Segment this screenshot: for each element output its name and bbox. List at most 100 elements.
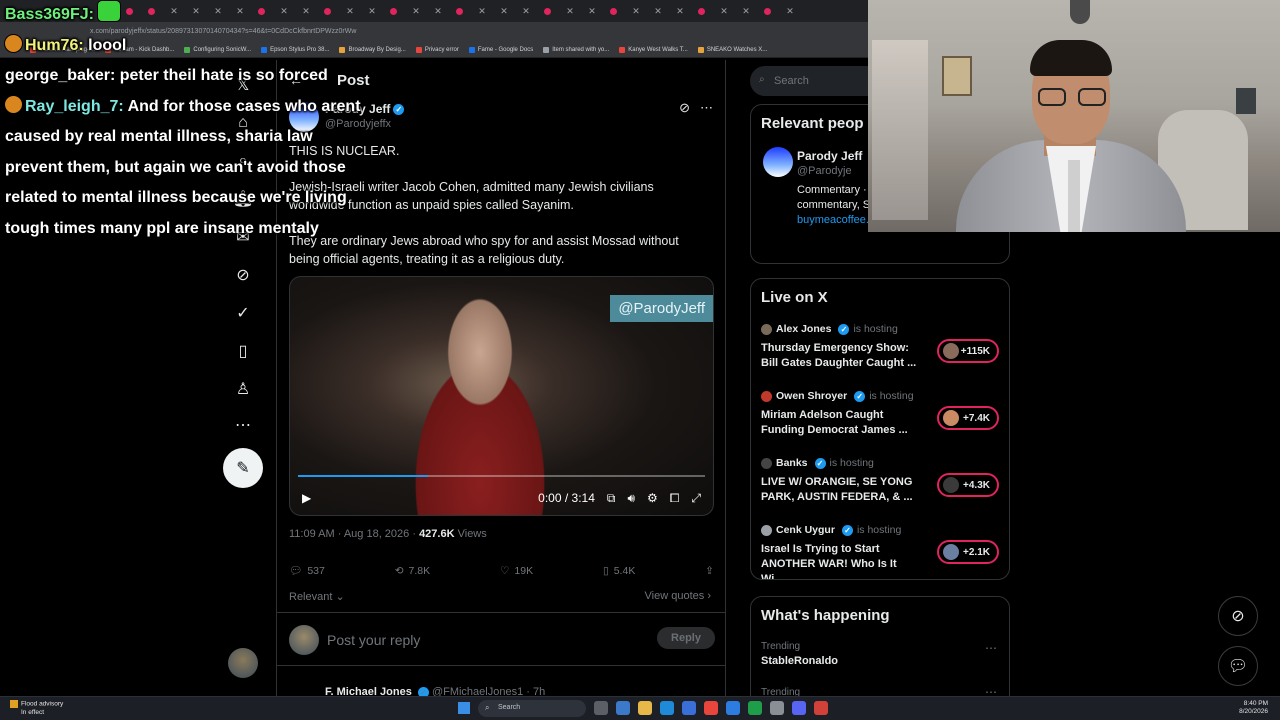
close-icon[interactable]: ✕ [408,4,424,18]
close-icon[interactable]: ✕ [518,4,534,18]
close-icon[interactable]: ✕ [496,4,512,18]
video-player[interactable]: @ParodyJeff ▶ 0:00 / 3:14 ⧉ 🔊︎ ⚙ ⧠ ⤢ [289,276,714,516]
obs-icon[interactable] [814,701,828,715]
bookmark-item[interactable]: Item shared with yo... [543,46,609,53]
user-name[interactable]: Parody Jeff [797,149,862,163]
live-item[interactable]: Alex Jones ✓ is hosting Thursday Emergency… [761,323,1001,371]
like-action[interactable]: ♡ 19K [500,564,533,577]
video-time: 0:00 / 3:14 [538,491,595,505]
bookmark-item[interactable]: Privacy error [415,46,459,53]
browser-tab[interactable] [452,4,468,18]
live-item[interactable]: Cenk Uygur ✓ is hosting Israel Is Trying t… [761,524,1001,579]
chat-message: george_baker: peter theil hate is so for… [5,67,328,84]
copilot-icon[interactable] [616,701,630,715]
close-icon[interactable]: ✕ [430,4,446,18]
chat-message: Bass369FJ: [5,0,365,31]
reply-action[interactable]: 💬︎ 537 [289,564,325,578]
edge-icon[interactable] [660,701,674,715]
verified-badge-icon: ✓ [854,390,866,402]
repost-icon: ⟲ [394,564,404,577]
close-icon[interactable]: ✕ [474,4,490,18]
video-progress-bar[interactable] [298,475,705,477]
badge-icon [5,95,22,113]
start-button[interactable] [458,702,470,714]
close-icon[interactable]: ✕ [584,4,600,18]
close-icon[interactable]: ✕ [364,4,380,18]
listener-count: +115K [937,339,999,363]
taskbar-search[interactable]: ⌕ Search [478,700,586,717]
reply-button[interactable]: Reply [657,627,715,649]
close-icon[interactable]: ✕ [782,4,798,18]
badge-icon [5,34,22,52]
chat-username: Ray_leigh_7: [25,97,124,115]
bookmarks-icon[interactable]: ▯ [232,340,254,362]
browser-tab[interactable] [540,4,556,18]
system-clock[interactable]: 8:40 PM 8/20/2026 [1239,700,1268,716]
bookmark-item[interactable]: Kanye West Walks T... [619,46,688,53]
grok-icon[interactable]: ⊘ [679,100,690,116]
app-icon[interactable] [770,701,784,715]
reply-composer: Post your reply Reply [277,612,725,666]
reply-input[interactable]: Post your reply [327,632,420,648]
emote-icon [98,1,121,21]
listener-count: +4.3K [937,473,999,497]
video-progress-fill [298,475,429,477]
avatar [289,625,319,655]
account-avatar[interactable] [228,648,258,678]
task-view-icon[interactable] [594,701,608,715]
repost-action[interactable]: ⟲ 7.8K [395,564,430,577]
settings-icon[interactable]: ⚙ [647,491,658,505]
pip-icon[interactable]: ⧠ [670,491,680,506]
reply-sort-dropdown[interactable]: Relevant ⌄ [289,590,345,603]
weather-widget[interactable]: Flood advisory In effect [10,700,63,717]
verified-icon[interactable]: ✓ [232,302,254,324]
more-icon[interactable]: ⋯ [232,414,254,436]
browser-tab[interactable] [606,4,622,18]
bookmark-item[interactable]: Fame - Google Docs [468,46,533,53]
close-icon[interactable]: ✕ [738,4,754,18]
browser-tab[interactable] [760,4,776,18]
listener-count: +7.4K [937,406,999,430]
compose-post-button[interactable]: ✎ [223,448,263,488]
messages-button[interactable]: 💬︎ [1218,646,1258,686]
xbox-icon[interactable] [748,701,762,715]
close-icon[interactable]: ✕ [650,4,666,18]
avatar [761,524,772,536]
volume-icon[interactable]: 🔊︎ [627,491,635,506]
grok-button[interactable]: ⊘ [1218,596,1258,636]
view-quotes-link[interactable]: View quotes › [645,590,711,602]
chat-username: Hum76: [25,36,84,54]
browser-tab[interactable] [386,4,402,18]
captions-icon[interactable]: ⧉ [607,491,616,506]
close-icon[interactable]: ✕ [716,4,732,18]
more-options-icon[interactable]: ⋯ [985,641,997,655]
share-action[interactable]: ⇪ [705,564,714,577]
more-options-icon[interactable]: ⋯ [700,100,713,116]
stream-chat-overlay: Bass369FJ: Hum76: loool george_baker: pe… [5,0,365,244]
file-explorer-icon[interactable] [638,701,652,715]
bookmark-item[interactable]: SNEAKO Watches X... [697,46,767,53]
trend-item[interactable]: StableRonaldo [761,655,838,667]
video-controls: ▶ 0:00 / 3:14 ⧉ 🔊︎ ⚙ ⧠ ⤢ [290,481,713,515]
chrome-icon[interactable] [704,701,718,715]
fullscreen-icon[interactable]: ⤢ [691,491,701,506]
chat-username: Bass369FJ: [5,6,94,23]
streamer-tie [1068,160,1080,232]
browser-tab[interactable] [694,4,710,18]
store-icon[interactable] [682,701,696,715]
play-icon[interactable]: ▶ [302,491,311,505]
live-item[interactable]: Owen Shroyer ✓ is hosting Miriam Adelson C… [761,390,1001,438]
close-icon[interactable]: ✕ [672,4,688,18]
close-icon[interactable]: ✕ [562,4,578,18]
profile-icon[interactable]: ♙ [232,378,254,400]
discord-icon[interactable] [792,701,806,715]
avatar[interactable] [763,147,793,177]
chevron-down-icon: ⌄ [335,591,345,603]
live-item[interactable]: Banks ✓ is hosting LIVE W/ ORANGIE, SE YON… [761,457,1001,505]
bookmark-action[interactable]: ▯ 5.4K [603,564,635,577]
verified-badge-icon: ✓ [838,323,850,335]
app-icon[interactable] [726,701,740,715]
grok-icon[interactable]: ⊘ [232,264,254,286]
close-icon[interactable]: ✕ [628,4,644,18]
search-icon: ⌕ [759,74,765,85]
